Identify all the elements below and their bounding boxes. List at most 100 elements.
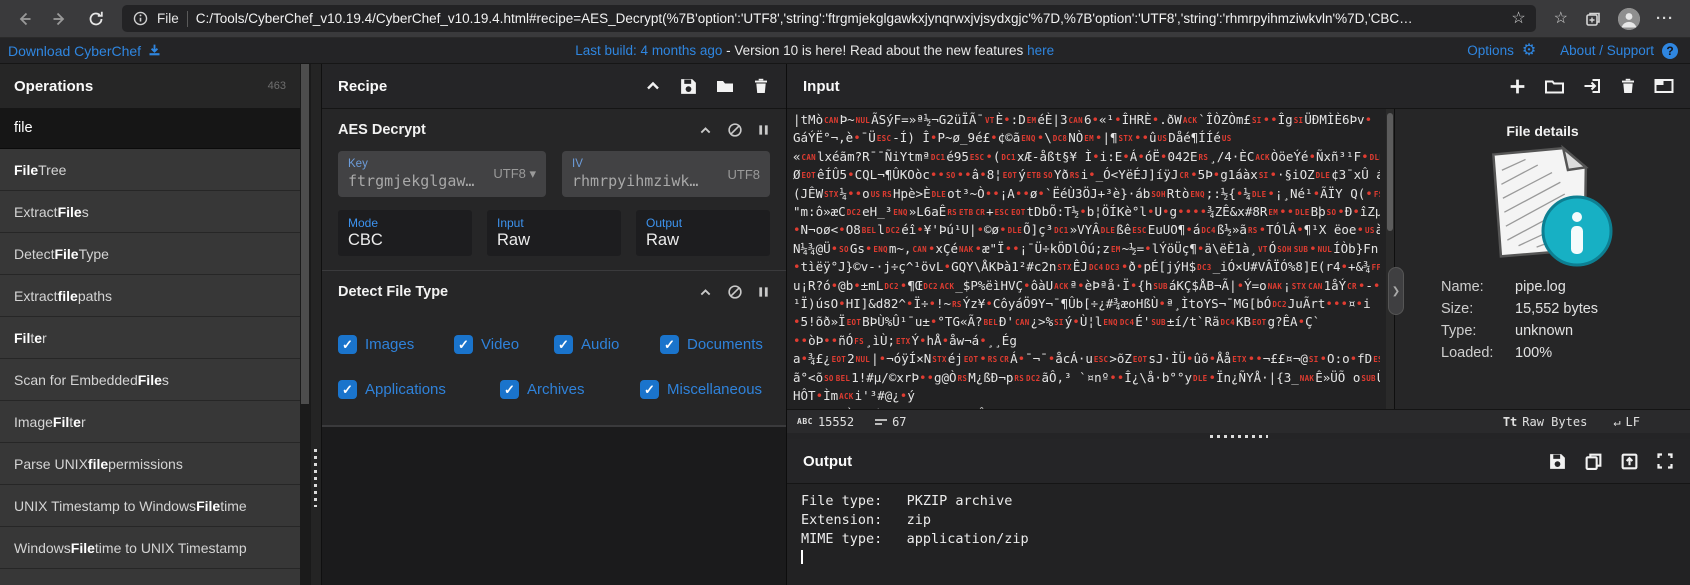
control-char-marker: DC8 — [1052, 134, 1068, 144]
aes-iv-field[interactable]: IV rhmrpyihmziwk… UTF8 — [562, 151, 770, 197]
clear-recipe-trash-icon[interactable] — [752, 77, 770, 95]
help-icon[interactable]: ? — [1662, 42, 1678, 59]
recipe-op-detect-file-type[interactable]: Detect File Type ✓ Images ✓ Video ✓ Audio ✓ Doc… — [322, 271, 786, 426]
operations-search-input[interactable] — [0, 120, 300, 136]
operation-list-item[interactable]: Windows File time to UNIX Timestamp — [0, 527, 300, 569]
eol-return-icon[interactable]: ↵ — [1613, 415, 1620, 429]
control-char-marker: US — [1221, 134, 1232, 144]
vertical-splitter[interactable] — [310, 64, 322, 585]
operation-list-item[interactable]: File Tree — [0, 149, 300, 191]
aes-mode-select[interactable]: Mode CBC — [338, 210, 472, 256]
operation-list-item[interactable]: From Braille — [0, 569, 300, 585]
aes-key-value[interactable]: ftrgmjekglgaw… — [348, 172, 485, 190]
recipe-drop-zone[interactable] — [322, 426, 786, 585]
control-char-marker: CAN — [912, 244, 927, 254]
operation-list-item[interactable]: UNIX Timestamp to Windows File time — [0, 485, 300, 527]
checkbox-video[interactable]: ✓ Video — [454, 335, 554, 354]
address-bar[interactable]: File C:/Tools/CyberChef_v10.19.4/CyberCh… — [122, 5, 1536, 32]
breakpoint-pause-icon[interactable] — [757, 285, 770, 299]
bookmark-add-icon[interactable]: ☆ — [1511, 10, 1525, 27]
checkbox-documents[interactable]: ✓ Documents — [660, 335, 770, 354]
back-button[interactable] — [6, 4, 42, 34]
eol-value[interactable]: LF — [1626, 415, 1640, 429]
aes-input-select[interactable]: Input Raw — [487, 210, 621, 256]
checkbox-applications[interactable]: ✓ Applications — [338, 380, 500, 399]
url-text[interactable]: C:/Tools/CyberChef_v10.19.4/CyberChef_v1… — [196, 11, 1504, 26]
download-cyberchef-link[interactable]: Download CyberChef — [8, 43, 141, 59]
collapse-op-icon[interactable] — [698, 285, 713, 300]
checkbox-images[interactable]: ✓ Images — [338, 335, 454, 354]
aes-input-value[interactable]: Raw — [497, 231, 611, 250]
open-output-in-tab-icon[interactable] — [1620, 452, 1639, 471]
collapse-recipe-icon[interactable] — [644, 77, 662, 95]
aes-iv-option-dropdown[interactable]: UTF8 — [728, 167, 761, 182]
about-support-link[interactable]: About / Support — [1560, 43, 1654, 58]
input-text[interactable]: |tMòCANÞ~NULÃSýF=»ª½¬G2üÏÃ¯VTÈ•:DEMéÈ|3C… — [787, 109, 1386, 409]
here-link[interactable]: here — [1027, 43, 1054, 58]
control-char-marker: DC2 — [846, 208, 862, 218]
refresh-button[interactable] — [78, 4, 114, 34]
operation-list-item[interactable]: Fil t e r — [0, 317, 300, 359]
control-char-marker: STX — [824, 189, 839, 199]
input-scrollbar[interactable] — [1386, 109, 1394, 409]
control-char-marker: RS — [987, 355, 998, 365]
aes-output-value[interactable]: Raw — [646, 231, 760, 250]
checkbox-archives[interactable]: ✓ Archives — [500, 380, 640, 399]
input-scrollbar-thumb[interactable] — [1387, 113, 1393, 231]
control-char-marker: EOT — [846, 318, 862, 328]
input-area[interactable]: |tMòCANÞ~NULÃSýF=»ª½¬G2üÏÃ¯VTÈ•:DEMéÈ|3C… — [787, 109, 1690, 409]
aes-output-select[interactable]: Output Raw — [636, 210, 770, 256]
browser-menu-icon[interactable]: ··· — [1656, 10, 1674, 27]
disable-op-icon[interactable] — [727, 122, 743, 138]
profile-avatar[interactable] — [1618, 7, 1640, 30]
operations-search[interactable] — [0, 108, 300, 149]
checkbox-audio[interactable]: ✓ Audio — [554, 335, 660, 354]
options-link[interactable]: Options — [1467, 43, 1514, 58]
copy-output-icon[interactable] — [1584, 452, 1603, 471]
control-char-marker: CAN — [1308, 281, 1323, 291]
aes-iv-value[interactable]: rhmrpyihmziwk… — [572, 172, 720, 190]
control-char-marker: FS — [854, 336, 864, 346]
control-char-marker: US — [870, 189, 881, 199]
clear-input-trash-icon[interactable] — [1619, 77, 1637, 95]
operation-list-item[interactable]: Extract File s — [0, 191, 300, 233]
operation-list-item[interactable]: Extract file paths — [0, 275, 300, 317]
operation-list-item[interactable]: Parse UNIX file permissions — [0, 443, 300, 485]
last-build-link[interactable]: Last build: 4 months ago — [575, 43, 722, 58]
info-icon[interactable] — [132, 10, 149, 27]
control-char-marker: STX — [1057, 263, 1072, 273]
collapse-op-icon[interactable] — [698, 123, 713, 138]
aes-key-field[interactable]: Key ftrgmjekglgaw… UTF8 ▾ — [338, 151, 546, 197]
aes-key-option-dropdown[interactable]: UTF8 ▾ — [493, 166, 536, 182]
save-recipe-icon[interactable] — [679, 77, 698, 96]
open-file-folder-icon[interactable] — [1544, 77, 1565, 95]
collections-icon[interactable] — [1584, 10, 1602, 28]
character-encoding-icon[interactable]: Tt — [1503, 415, 1517, 429]
disable-op-icon[interactable] — [727, 284, 743, 300]
output-text[interactable]: File type: PKZIP archive Extension: zip MI… — [787, 484, 1690, 585]
open-input-icon[interactable] — [1582, 77, 1602, 95]
aes-mode-value[interactable]: CBC — [348, 231, 462, 250]
control-char-marker: RS — [1247, 226, 1258, 236]
control-char-marker: CR — [975, 208, 986, 218]
gear-icon[interactable]: ⚙ — [1522, 42, 1536, 59]
recipe-op-aes-decrypt[interactable]: AES Decrypt Key ftrgmjekglgaw… UTF8 ▾ IV… — [322, 109, 786, 271]
control-char-marker: SUB — [1293, 244, 1309, 254]
forward-button[interactable] — [42, 4, 78, 34]
drawer-toggle-handle[interactable]: ❯ — [1388, 267, 1404, 315]
checkbox-miscellaneous[interactable]: ✓ Miscellaneous — [640, 380, 770, 399]
operation-list-item[interactable]: Detect File Type — [0, 233, 300, 275]
save-output-icon[interactable] — [1548, 452, 1567, 471]
layout-toggle-icon[interactable] — [1654, 77, 1674, 95]
add-tab-icon[interactable] — [1508, 77, 1527, 96]
load-recipe-folder-icon[interactable] — [715, 77, 735, 95]
operations-scrollbar-thumb[interactable] — [301, 64, 309, 404]
maximize-output-icon[interactable] — [1656, 452, 1674, 470]
favorites-icon[interactable]: ☆ — [1554, 10, 1568, 27]
operations-scrollbar[interactable] — [300, 64, 310, 585]
operation-list-item[interactable]: Scan for Embedded File s — [0, 359, 300, 401]
breakpoint-pause-icon[interactable] — [757, 123, 770, 137]
character-encoding-value[interactable]: Raw Bytes — [1522, 415, 1587, 429]
download-icon[interactable] — [147, 43, 162, 58]
operation-list-item[interactable]: Image Fil t e r — [0, 401, 300, 443]
